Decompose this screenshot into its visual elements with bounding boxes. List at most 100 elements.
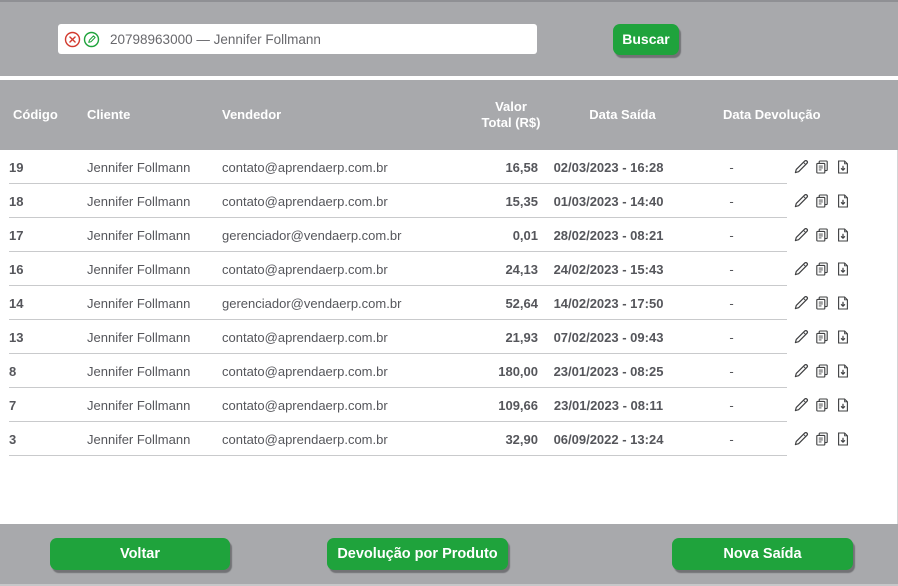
row-data-devolucao: - (675, 262, 788, 277)
row-codigo: 8 (0, 364, 87, 379)
row-actions (788, 295, 897, 311)
row-actions (788, 431, 897, 447)
voltar-button[interactable]: Voltar (50, 538, 230, 570)
copy-icon[interactable] (814, 261, 830, 277)
table-header: Código Cliente Vendedor Valor Total (R$)… (0, 80, 898, 150)
row-cliente: Jennifer Follmann (87, 330, 222, 345)
app-window: Buscar Código Cliente Vendedor Valor Tot… (0, 0, 898, 586)
search-input[interactable] (110, 26, 529, 52)
table-row: 13 Jennifer Follmann contato@aprendaerp.… (0, 320, 897, 354)
table-row: 17 Jennifer Follmann gerenciador@vendaer… (0, 218, 897, 252)
row-cliente: Jennifer Follmann (87, 262, 222, 277)
footer-action-bar: Voltar Devolução por Produto Nova Saída (0, 524, 898, 584)
copy-icon[interactable] (814, 431, 830, 447)
pencil-edit-icon[interactable] (793, 363, 809, 379)
download-icon[interactable] (835, 431, 851, 447)
pencil-edit-icon[interactable] (793, 261, 809, 277)
row-actions (788, 193, 897, 209)
download-icon[interactable] (835, 193, 851, 209)
circle-pencil-edit-icon[interactable] (83, 31, 100, 48)
row-valor-total: 15,35 (480, 194, 542, 209)
download-icon[interactable] (835, 159, 851, 175)
copy-icon[interactable] (814, 227, 830, 243)
row-data-devolucao: - (675, 194, 788, 209)
row-codigo: 7 (0, 398, 87, 413)
row-actions (788, 363, 897, 379)
download-icon[interactable] (835, 227, 851, 243)
row-vendedor: contato@aprendaerp.com.br (222, 364, 480, 379)
search-bar: Buscar (0, 0, 898, 76)
buscar-button[interactable]: Buscar (613, 24, 679, 55)
row-data-devolucao: - (675, 432, 788, 447)
table-row: 19 Jennifer Follmann contato@aprendaerp.… (0, 150, 897, 184)
copy-icon[interactable] (814, 363, 830, 379)
row-data-saida: 07/02/2023 - 09:43 (542, 330, 675, 345)
copy-icon[interactable] (814, 329, 830, 345)
row-valor-total: 24,13 (480, 262, 542, 277)
column-header-codigo: Código (0, 107, 87, 123)
download-icon[interactable] (835, 397, 851, 413)
row-cliente: Jennifer Follmann (87, 228, 222, 243)
row-vendedor: contato@aprendaerp.com.br (222, 262, 480, 277)
row-valor-total: 21,93 (480, 330, 542, 345)
pencil-edit-icon[interactable] (793, 295, 809, 311)
row-codigo: 3 (0, 432, 87, 447)
pencil-edit-icon[interactable] (793, 431, 809, 447)
row-vendedor: gerenciador@vendaerp.com.br (222, 296, 480, 311)
row-data-devolucao: - (675, 364, 788, 379)
row-vendedor: contato@aprendaerp.com.br (222, 330, 480, 345)
row-codigo: 13 (0, 330, 87, 345)
column-header-data-devolucao: Data Devolução (675, 107, 788, 123)
row-codigo: 14 (0, 296, 87, 311)
column-header-cliente: Cliente (87, 107, 222, 123)
download-icon[interactable] (835, 295, 851, 311)
customer-search-box[interactable] (58, 24, 537, 54)
download-icon[interactable] (835, 261, 851, 277)
row-data-devolucao: - (675, 398, 788, 413)
row-data-saida: 24/02/2023 - 15:43 (542, 262, 675, 277)
row-valor-total: 32,90 (480, 432, 542, 447)
row-actions (788, 227, 897, 243)
row-vendedor: contato@aprendaerp.com.br (222, 398, 480, 413)
row-valor-total: 52,64 (480, 296, 542, 311)
pencil-edit-icon[interactable] (793, 397, 809, 413)
copy-icon[interactable] (814, 397, 830, 413)
row-codigo: 18 (0, 194, 87, 209)
row-actions (788, 329, 897, 345)
pencil-edit-icon[interactable] (793, 193, 809, 209)
nova-saida-button[interactable]: Nova Saída (672, 538, 853, 570)
row-codigo: 17 (0, 228, 87, 243)
column-header-vendedor: Vendedor (222, 107, 480, 123)
row-vendedor: contato@aprendaerp.com.br (222, 160, 480, 175)
row-valor-total: 16,58 (480, 160, 542, 175)
row-codigo: 19 (0, 160, 87, 175)
table-row: 7 Jennifer Follmann contato@aprendaerp.c… (0, 388, 897, 422)
row-actions (788, 261, 897, 277)
table-row: 14 Jennifer Follmann gerenciador@vendaer… (0, 286, 897, 320)
devolucao-por-produto-button[interactable]: Devolução por Produto (327, 538, 508, 570)
table-body: 19 Jennifer Follmann contato@aprendaerp.… (0, 150, 898, 524)
row-data-saida: 06/09/2022 - 13:24 (542, 432, 675, 447)
row-data-saida: 23/01/2023 - 08:25 (542, 364, 675, 379)
copy-icon[interactable] (814, 193, 830, 209)
table-row: 18 Jennifer Follmann contato@aprendaerp.… (0, 184, 897, 218)
row-data-saida: 28/02/2023 - 08:21 (542, 228, 675, 243)
pencil-edit-icon[interactable] (793, 159, 809, 175)
row-data-devolucao: - (675, 228, 788, 243)
row-cliente: Jennifer Follmann (87, 432, 222, 447)
pencil-edit-icon[interactable] (793, 227, 809, 243)
copy-icon[interactable] (814, 295, 830, 311)
circle-x-clear-icon[interactable] (64, 31, 81, 48)
row-data-saida: 14/02/2023 - 17:50 (542, 296, 675, 311)
copy-icon[interactable] (814, 159, 830, 175)
download-icon[interactable] (835, 329, 851, 345)
row-vendedor: gerenciador@vendaerp.com.br (222, 228, 480, 243)
pencil-edit-icon[interactable] (793, 329, 809, 345)
row-cliente: Jennifer Follmann (87, 364, 222, 379)
row-cliente: Jennifer Follmann (87, 160, 222, 175)
download-icon[interactable] (835, 363, 851, 379)
column-header-valor-total: Valor Total (R$) (480, 99, 542, 130)
row-codigo: 16 (0, 262, 87, 277)
row-data-devolucao: - (675, 296, 788, 311)
row-data-devolucao: - (675, 330, 788, 345)
